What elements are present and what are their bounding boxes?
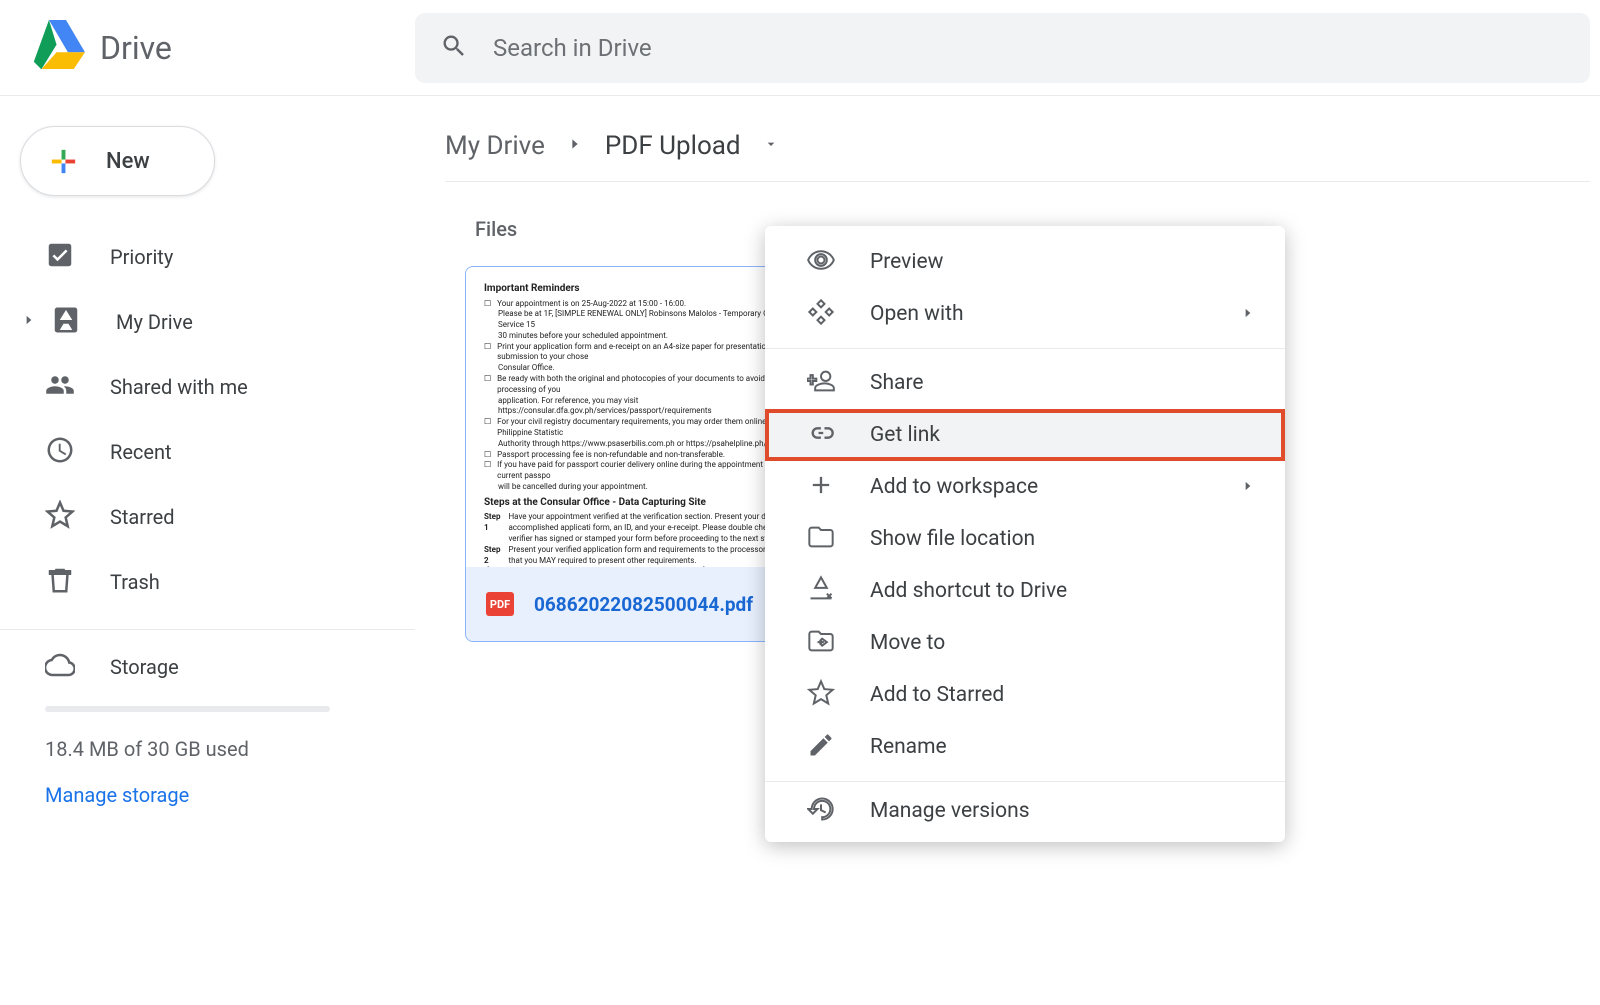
sidebar-item-label: Priority — [110, 245, 173, 269]
menu-label: Share — [870, 371, 1255, 395]
menu-label: Add to workspace — [870, 475, 1206, 499]
priority-icon — [45, 240, 75, 274]
folder-icon — [807, 523, 835, 555]
sidebar-item-storage[interactable]: Storage — [45, 650, 415, 684]
menu-label: Add shortcut to Drive — [870, 579, 1255, 603]
sidebar-item-label: Starred — [110, 505, 175, 529]
menu-label: Show file location — [870, 527, 1255, 551]
menu-item-preview[interactable]: Preview — [765, 236, 1285, 288]
menu-label: Preview — [870, 250, 1255, 274]
breadcrumb: My Drive PDF Upload — [445, 121, 1600, 171]
file-name: 06862022082500044.pdf — [534, 593, 753, 616]
sidebar-item-trash[interactable]: Trash — [0, 549, 385, 614]
new-button-label: New — [106, 149, 150, 174]
sidebar-item-starred[interactable]: Starred — [0, 484, 385, 549]
sidebar-item-my-drive[interactable]: My Drive — [0, 289, 385, 354]
storage-usage: 18.4 MB of 30 GB used — [45, 737, 415, 761]
drive-logo-icon — [30, 20, 85, 75]
menu-label: Manage versions — [870, 799, 1255, 823]
menu-item-rename[interactable]: Rename — [765, 721, 1285, 773]
breadcrumb-current[interactable]: PDF Upload — [605, 131, 741, 161]
menu-item-versions[interactable]: Manage versions — [765, 790, 1285, 832]
pdf-icon: PDF — [486, 592, 514, 616]
chevron-right-icon — [567, 136, 583, 156]
history-icon — [807, 795, 835, 827]
sidebar-item-priority[interactable]: Priority — [0, 224, 385, 289]
link-icon — [807, 419, 835, 451]
sidebar-item-label: Trash — [110, 570, 160, 594]
sidebar-divider — [0, 629, 415, 630]
menu-item-add-workspace[interactable]: Add to workspace — [765, 461, 1285, 513]
sidebar-item-recent[interactable]: Recent — [0, 419, 385, 484]
recent-icon — [45, 435, 75, 469]
menu-item-get-link[interactable]: Get link — [765, 409, 1285, 461]
sidebar-item-label: Shared with me — [110, 375, 248, 399]
sidebar: New Priority My Drive Shared with me Rec… — [0, 96, 415, 1005]
search-icon — [440, 32, 468, 64]
storage-section: Storage 18.4 MB of 30 GB used Manage sto… — [0, 650, 415, 807]
storage-progress — [45, 706, 330, 712]
main-content: My Drive PDF Upload Files Important Remi… — [415, 96, 1600, 1005]
sidebar-item-label: Recent — [110, 440, 172, 464]
menu-item-move[interactable]: Move to — [765, 617, 1285, 669]
menu-divider — [765, 781, 1285, 782]
move-icon — [807, 627, 835, 659]
menu-item-star[interactable]: Add to Starred — [765, 669, 1285, 721]
sidebar-nav: Priority My Drive Shared with me Recent … — [0, 224, 415, 614]
manage-storage-link[interactable]: Manage storage — [45, 783, 415, 807]
star-icon — [807, 679, 835, 711]
search-bar[interactable]: Search in Drive — [415, 13, 1590, 83]
context-menu: Preview Open with Share Get link Add to … — [765, 226, 1285, 842]
chevron-right-icon — [1241, 305, 1255, 324]
menu-item-share[interactable]: Share — [765, 357, 1285, 409]
main-divider — [445, 181, 1590, 182]
product-name: Drive — [100, 29, 172, 67]
logo-block[interactable]: Drive — [30, 20, 410, 75]
shortcut-icon — [807, 575, 835, 607]
shared-icon — [45, 370, 75, 404]
sidebar-item-shared[interactable]: Shared with me — [0, 354, 385, 419]
menu-divider — [765, 348, 1285, 349]
chevron-right-icon — [1241, 478, 1255, 497]
cloud-icon — [45, 650, 75, 684]
expand-caret-icon[interactable] — [22, 312, 36, 331]
eye-icon — [807, 246, 835, 278]
person-add-icon — [807, 367, 835, 399]
search-placeholder: Search in Drive — [493, 34, 652, 62]
menu-label: Move to — [870, 631, 1255, 655]
dropdown-caret-icon[interactable] — [763, 136, 779, 156]
plus-icon — [46, 144, 81, 179]
storage-label: Storage — [110, 655, 179, 679]
menu-label: Open with — [870, 302, 1206, 326]
open-with-icon — [807, 298, 835, 330]
drive-icon — [51, 305, 81, 339]
menu-item-open-with[interactable]: Open with — [765, 288, 1285, 340]
trash-icon — [45, 565, 75, 599]
star-icon — [45, 500, 75, 534]
header: Drive Search in Drive — [0, 0, 1600, 96]
pencil-icon — [807, 731, 835, 763]
new-button[interactable]: New — [20, 126, 215, 196]
plus-icon — [807, 471, 835, 503]
menu-item-file-location[interactable]: Show file location — [765, 513, 1285, 565]
menu-label: Rename — [870, 735, 1255, 759]
breadcrumb-root[interactable]: My Drive — [445, 131, 545, 161]
menu-item-shortcut[interactable]: Add shortcut to Drive — [765, 565, 1285, 617]
sidebar-item-label: My Drive — [116, 310, 193, 334]
menu-label: Add to Starred — [870, 683, 1255, 707]
menu-label: Get link — [870, 423, 1255, 447]
